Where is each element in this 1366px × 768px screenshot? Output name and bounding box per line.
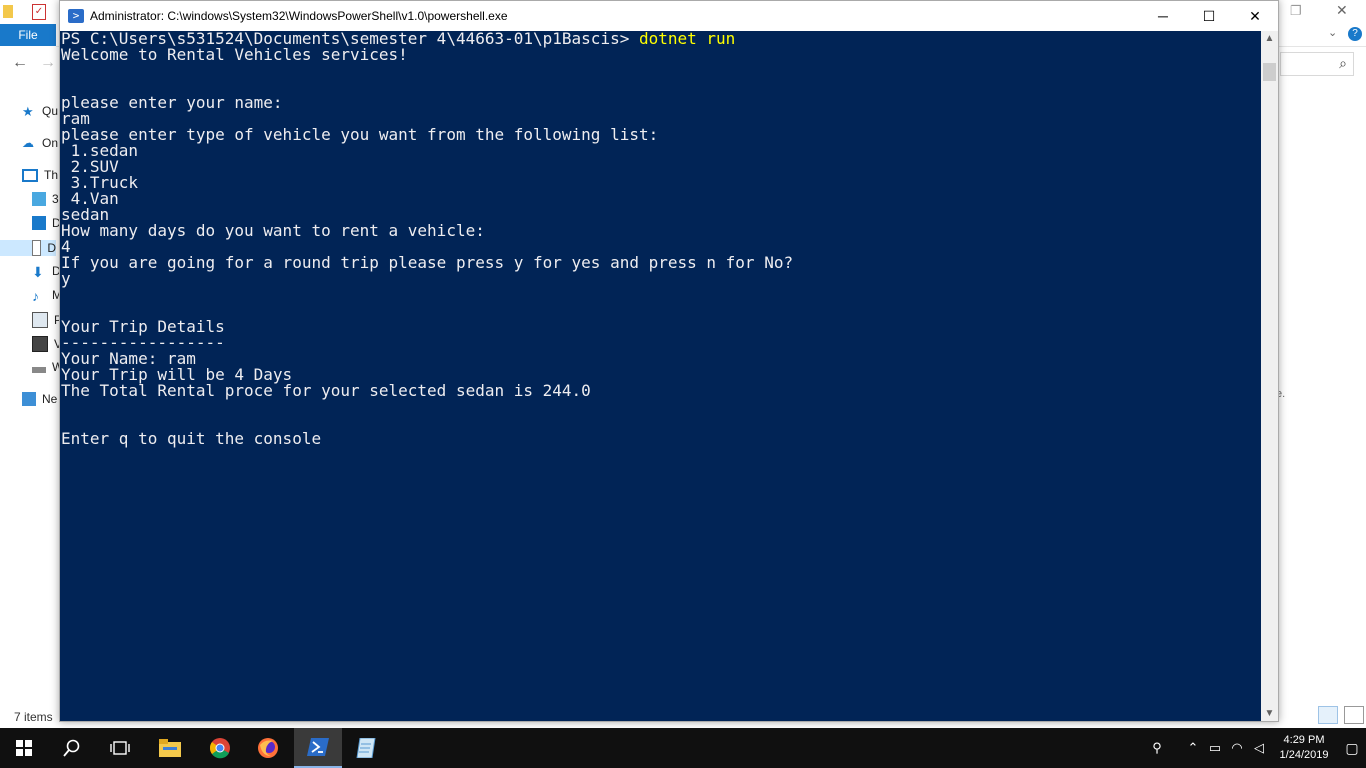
chevron-down-icon[interactable]: ⌄ — [1328, 26, 1337, 39]
scroll-thumb[interactable] — [1263, 63, 1276, 81]
search-button[interactable] — [48, 728, 96, 768]
restore-icon[interactable]: ❐ — [1290, 3, 1302, 19]
volume-icon[interactable]: ◁ — [1248, 740, 1270, 756]
console-line: 3.Truck — [61, 173, 139, 192]
console-line: y — [61, 269, 71, 288]
picture-icon — [32, 312, 48, 328]
sidebar-item-videos[interactable]: V — [32, 336, 62, 352]
details-view-button[interactable] — [1318, 706, 1338, 724]
console-line: If you are going for a round trip please… — [61, 253, 794, 272]
taskbar: ⚲ ⌃ ▭ ◠ ◁ 4:29 PM 1/24/2019 ▢ — [0, 728, 1366, 768]
file-tab[interactable]: File — [0, 24, 56, 46]
console-line: ----------------- — [61, 333, 225, 352]
close-icon[interactable]: ✕ — [1336, 2, 1348, 19]
powershell-taskbar-button[interactable] — [294, 728, 342, 768]
console-output[interactable]: PS C:\Users\s531524\Documents\semester 4… — [60, 31, 1260, 721]
task-view-button[interactable] — [96, 728, 144, 768]
sidebar-item-onedrive[interactable]: ☁ On — [22, 136, 58, 150]
console-line: please enter type of vehicle you want fr… — [61, 125, 659, 144]
close-button[interactable]: ✕ — [1232, 1, 1278, 31]
desktop-icon — [32, 216, 46, 230]
console-line: Enter q to quit the console — [61, 429, 322, 448]
sidebar-item-network[interactable]: Ne — [22, 392, 57, 406]
folder-icon — [159, 739, 181, 757]
sidebar-item-downloads[interactable]: ⬇ D — [32, 264, 61, 280]
chrome-icon — [210, 738, 230, 759]
sidebar-item-3d-objects[interactable]: 3 — [32, 192, 59, 206]
console-line: Your Trip Details — [61, 317, 225, 336]
video-icon — [32, 336, 48, 352]
minimize-button[interactable]: ─ — [1140, 1, 1186, 31]
firefox-icon — [258, 738, 278, 758]
sidebar-item-pictures[interactable]: P — [32, 312, 62, 328]
wifi-icon[interactable]: ◠ — [1226, 740, 1248, 756]
sidebar-item-quick-access[interactable]: ★ Qu — [22, 104, 58, 119]
clock-time: 4:29 PM — [1283, 734, 1325, 746]
people-icon[interactable]: ⚲ — [1146, 740, 1168, 756]
document-icon — [32, 240, 42, 256]
star-icon: ★ — [22, 104, 34, 119]
task-view-icon — [110, 741, 130, 755]
help-icon[interactable]: ? — [1348, 27, 1362, 41]
powershell-icon — [307, 738, 329, 756]
chevron-up-icon[interactable]: ⌃ — [1182, 740, 1204, 756]
clock[interactable]: 4:29 PM 1/24/2019 — [1270, 733, 1338, 763]
powershell-titlebar[interactable]: > Administrator: C:\windows\System32\Win… — [60, 1, 1278, 31]
powershell-window: > Administrator: C:\windows\System32\Win… — [59, 0, 1279, 722]
console-line: 4.Van — [61, 189, 119, 208]
notepad-taskbar-button[interactable] — [342, 728, 390, 768]
system-tray: ⚲ ⌃ ▭ ◠ ◁ 4:29 PM 1/24/2019 ▢ — [1146, 728, 1366, 768]
sidebar-item-desktop[interactable]: D — [32, 216, 61, 230]
folder-icon — [3, 5, 13, 18]
computer-icon — [22, 168, 38, 182]
view-toggle — [1318, 706, 1364, 724]
console-line: please enter your name: — [61, 93, 283, 112]
start-button[interactable] — [0, 728, 48, 768]
window-title: Administrator: C:\windows\System32\Windo… — [90, 9, 508, 23]
download-icon: ⬇ — [32, 264, 44, 280]
cube-icon — [32, 192, 46, 206]
search-icon — [63, 739, 80, 757]
network-icon — [22, 392, 36, 406]
forward-arrow-icon[interactable]: → — [40, 54, 56, 72]
sidebar-item-music[interactable]: ♪ M — [32, 288, 62, 304]
clock-date: 1/24/2019 — [1279, 749, 1329, 761]
cloud-icon: ☁ — [22, 136, 34, 150]
console-line: 1.sedan — [61, 141, 139, 160]
firefox-taskbar-button[interactable] — [244, 728, 292, 768]
scroll-down-icon[interactable]: ▼ — [1261, 708, 1278, 719]
battery-icon[interactable]: ▭ — [1204, 740, 1226, 756]
maximize-button[interactable]: ☐ — [1186, 1, 1232, 31]
console-lines: Welcome to Rental Vehicles services! plea… — [60, 47, 1260, 447]
search-icon: ⌕ — [1339, 55, 1347, 71]
large-icons-view-button[interactable] — [1344, 706, 1364, 724]
command-text: dotnet run — [638, 31, 736, 48]
console-line: 2.SUV — [61, 157, 119, 176]
sidebar-item-this-pc[interactable]: Th — [22, 168, 58, 182]
console-line: Welcome to Rental Vehicles services! — [61, 45, 408, 64]
console-line: How many days do you want to rent a vehi… — [61, 221, 485, 240]
drive-icon — [32, 367, 46, 373]
notepad-icon — [356, 738, 376, 758]
notification-icon: ▢ — [1345, 739, 1359, 756]
back-arrow-icon[interactable]: ← — [12, 54, 28, 72]
console-line: The Total Rental proce for your selected… — [61, 381, 591, 400]
status-bar-item-count: 7 items — [14, 710, 53, 724]
vertical-scrollbar[interactable]: ▲ ▼ — [1261, 31, 1278, 721]
chrome-taskbar-button[interactable] — [196, 728, 244, 768]
file-explorer-taskbar-button[interactable] — [146, 728, 194, 768]
powershell-icon: > — [68, 9, 84, 23]
windows-icon — [16, 740, 32, 756]
sidebar-item-documents[interactable]: D — [0, 240, 56, 256]
scroll-up-icon[interactable]: ▲ — [1261, 33, 1278, 44]
music-icon: ♪ — [32, 288, 39, 304]
search-box[interactable]: ⌕ — [1280, 52, 1354, 76]
notification-button[interactable]: ▢ — [1338, 728, 1366, 768]
checkmark-icon[interactable]: ✓ — [32, 4, 46, 20]
explorer-window-controls: ❐ ✕ — [1280, 0, 1366, 24]
